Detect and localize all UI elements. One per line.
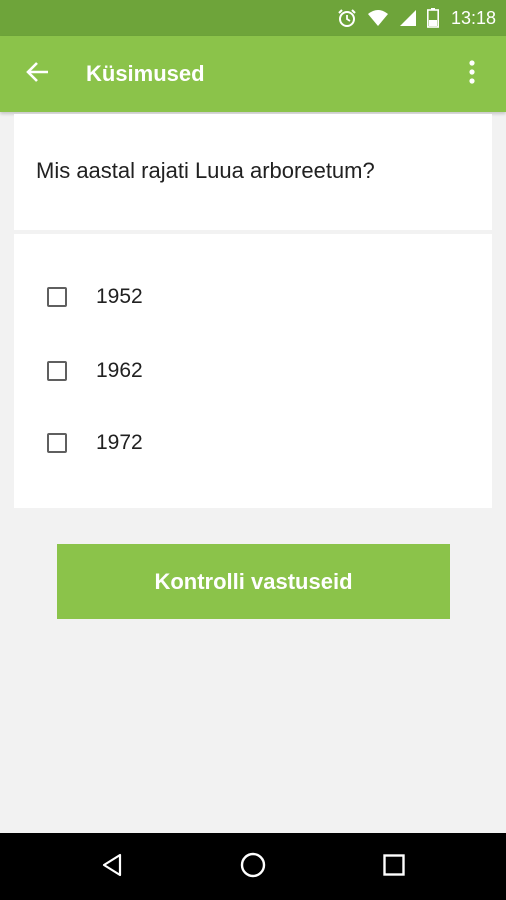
- home-circle-icon: [239, 851, 267, 884]
- answer-option-1972[interactable]: 1972: [14, 414, 492, 472]
- answers-card: 1952 1962 1972: [14, 234, 492, 508]
- option-label: 1962: [96, 359, 143, 382]
- signal-icon: [399, 9, 417, 27]
- nav-recents-button[interactable]: [370, 843, 418, 891]
- status-bar: 13:18: [0, 0, 506, 36]
- recents-square-icon: [381, 852, 407, 883]
- back-triangle-icon: [100, 852, 126, 883]
- status-icons: 13:18: [337, 0, 496, 36]
- question-card: Mis aastal rajati Luua arboreetum?: [14, 114, 492, 230]
- checkbox[interactable]: [47, 361, 67, 381]
- checkbox[interactable]: [47, 287, 67, 307]
- check-answers-button[interactable]: Kontrolli vastuseid: [57, 544, 450, 619]
- more-vert-icon: [468, 59, 476, 89]
- battery-icon: [426, 8, 439, 28]
- answer-option-1962[interactable]: 1962: [14, 342, 492, 400]
- answer-option-1952[interactable]: 1952: [14, 268, 492, 326]
- option-label: 1972: [96, 431, 143, 454]
- question-text: Mis aastal rajati Luua arboreetum?: [36, 158, 375, 183]
- option-label: 1952: [96, 285, 143, 308]
- alarm-icon: [337, 8, 357, 28]
- back-button[interactable]: [14, 50, 62, 98]
- app-bar: Küsimused: [0, 36, 506, 112]
- arrow-back-icon: [25, 59, 51, 90]
- nav-back-button[interactable]: [89, 843, 137, 891]
- nav-home-button[interactable]: [229, 843, 277, 891]
- status-time: 13:18: [450, 7, 496, 28]
- navigation-bar: [0, 833, 506, 900]
- page-title: Küsimused: [86, 61, 205, 86]
- overflow-menu-button[interactable]: [448, 50, 496, 98]
- wifi-icon: [367, 9, 389, 27]
- checkbox[interactable]: [47, 433, 67, 453]
